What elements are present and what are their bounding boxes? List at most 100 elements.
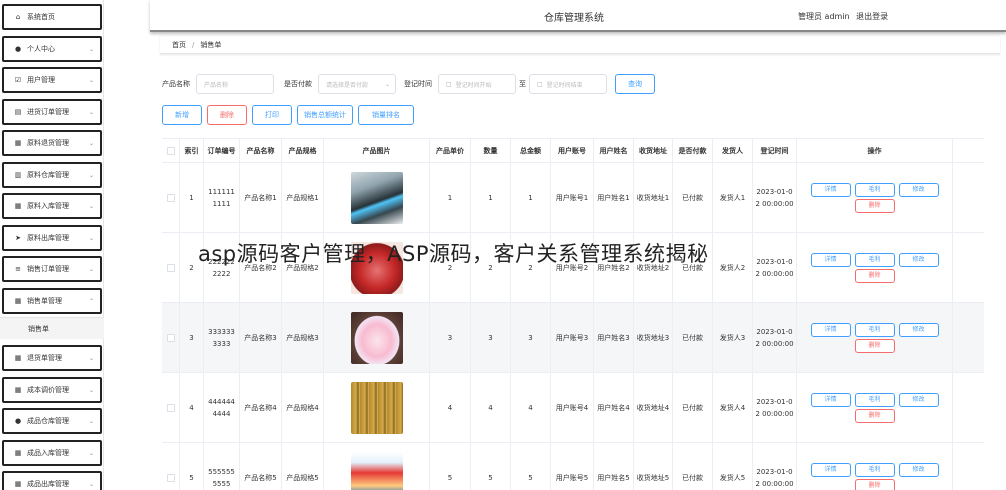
row-delete-button[interactable]: 删除: [854, 478, 895, 490]
product-name-placeholder: 产品名称: [204, 81, 229, 89]
row-checkbox[interactable]: [166, 193, 175, 202]
product-spec-cell: 产品规格1: [282, 163, 324, 232]
sidebar-item[interactable]: ▦ 成品入库管理 ⌄: [2, 439, 102, 466]
row-checkbox[interactable]: [166, 333, 175, 342]
row-checkbox[interactable]: [166, 473, 175, 482]
detail-button[interactable]: 详情: [810, 252, 851, 267]
sidebar-item[interactable]: ● 成品仓库管理 ⌄: [2, 408, 102, 434]
profit-button[interactable]: 毛利: [854, 182, 895, 197]
profit-button[interactable]: 毛利: [854, 392, 895, 407]
operations-line: 删除: [853, 408, 897, 424]
user-area: 管理员 admin 退出登录: [798, 11, 892, 22]
product-name-input[interactable]: 产品名称: [196, 74, 274, 94]
operations-cell: 详情 毛利 修改 删除: [797, 163, 953, 232]
grid-icon: ▦: [14, 385, 22, 394]
sidebar-item[interactable]: ▦ 成品出库管理 ⌄: [2, 471, 102, 490]
operations-line: 删除: [853, 478, 897, 490]
row-delete-button[interactable]: 删除: [854, 408, 895, 423]
sidebar-item[interactable]: ● 个人中心 ⌄: [2, 35, 102, 62]
print-button[interactable]: 打印: [252, 105, 292, 125]
search-button[interactable]: 查询: [615, 74, 655, 94]
register-time-cell: 2023-01-02 00:00:00: [753, 443, 797, 490]
sidebar-item[interactable]: ▦ 销售单管理 ⌃: [2, 287, 102, 314]
sidebar-subitem-sales-order[interactable]: 销售单: [0, 317, 104, 339]
user-name-cell: 用户姓名3: [594, 303, 634, 372]
add-button[interactable]: 新增: [162, 105, 202, 125]
total-cell: 5: [511, 443, 551, 490]
table-row: 3 3333333333 产品名称3 产品规格3 3 3 3 用户账号3 用户姓名3 收货地址3 已…: [162, 303, 984, 373]
sidebar-item[interactable]: ≡ 销售订单管理 ⌄: [2, 256, 102, 282]
computer-desk-photo: [350, 171, 403, 224]
edit-button[interactable]: 修改: [898, 322, 939, 337]
app-title: 仓库管理系统: [544, 13, 604, 24]
sidebar-item[interactable]: ➤ 原料出库管理 ⌄: [2, 224, 102, 251]
paid-select[interactable]: 请选择是否付款 ⌄: [318, 74, 396, 94]
delete-button[interactable]: 删除: [207, 105, 247, 125]
register-time-cell: 2023-01-02 00:00:00: [753, 163, 797, 232]
column-header: 登记时间: [753, 139, 797, 162]
paid-status-cell: 已付款: [673, 443, 713, 490]
edit-button[interactable]: 修改: [898, 182, 939, 197]
edit-button[interactable]: 修改: [898, 462, 939, 477]
row-checkbox[interactable]: [166, 263, 175, 272]
date-end-input[interactable]: □ 登记时间结束: [529, 74, 607, 94]
row-delete-button[interactable]: 删除: [854, 198, 895, 213]
sidebar-item[interactable]: ☑ 用户管理 ⌄: [2, 67, 102, 93]
select-all-checkbox[interactable]: [166, 146, 175, 155]
detail-button[interactable]: 详情: [810, 322, 851, 337]
account-cell: 用户账号3: [551, 303, 594, 372]
operations-cell: 详情 毛利 修改 删除: [797, 233, 953, 302]
chevron-down-icon: ⌄: [88, 203, 94, 210]
price-cell: 5: [430, 443, 471, 490]
operations-cell: 详情 毛利 修改 删除: [797, 373, 953, 442]
profit-button[interactable]: 毛利: [854, 462, 895, 477]
product-spec-cell: 产品规格4: [282, 373, 324, 442]
sidebar-item[interactable]: ▦ 原料退货管理 ⌄: [2, 130, 102, 156]
date-label: 登记时间: [404, 80, 432, 88]
profit-button[interactable]: 毛利: [854, 322, 895, 337]
sidebar-item[interactable]: ▤ 进货订单管理 ⌄: [2, 98, 102, 125]
sidebar-item[interactable]: ▦ 原料入库管理 ⌄: [2, 193, 102, 219]
logout-link[interactable]: 退出登录: [856, 12, 888, 21]
edit-button[interactable]: 修改: [898, 392, 939, 407]
profit-button[interactable]: 毛利: [854, 252, 895, 267]
total-cell: 1: [511, 163, 551, 232]
column-header: 数量: [471, 139, 511, 162]
sales-rank-button[interactable]: 销量排名: [358, 105, 414, 125]
date-start-input[interactable]: □ 登记时间开始: [438, 74, 516, 94]
quantity-cell: 3: [471, 303, 511, 372]
bar-chart-icon: ▥: [14, 170, 22, 179]
address-cell: 收货地址1: [634, 163, 673, 232]
user-icon: ●: [14, 44, 22, 53]
detail-button[interactable]: 详情: [810, 462, 851, 477]
operations-line: 删除: [853, 198, 897, 214]
sidebar-item[interactable]: ⌂ 系统首页: [2, 4, 102, 30]
sidebar-item[interactable]: ▥ 原料仓库管理 ⌄: [2, 161, 102, 188]
row-delete-button[interactable]: 删除: [854, 338, 895, 353]
edit-button[interactable]: 修改: [898, 252, 939, 267]
list-icon: ≡: [15, 265, 21, 273]
quantity-cell: 4: [471, 373, 511, 442]
shipper-cell: 发货人2: [713, 233, 753, 302]
register-time-cell: 2023-01-02 00:00:00: [753, 373, 797, 442]
quantity-cell: 1: [471, 163, 511, 232]
grid-icon: ▦: [14, 448, 22, 457]
column-header: 操作: [797, 139, 953, 162]
home-icon: ⌂: [15, 13, 21, 21]
chevron-down-icon: ⌄: [88, 386, 94, 394]
breadcrumb-home[interactable]: 首页: [172, 40, 186, 50]
sidebar-item[interactable]: ▦ 成本调价管理 ⌄: [2, 376, 102, 403]
date-start-placeholder: 登记时间开始: [455, 81, 492, 89]
row-delete-button[interactable]: 删除: [854, 268, 895, 283]
order-no-cell: 3333333333: [204, 303, 240, 372]
detail-button[interactable]: 详情: [810, 182, 851, 197]
sidebar-item-label: 原料入库管理: [27, 202, 69, 210]
address-cell: 收货地址3: [634, 303, 673, 372]
sidebar-item-label: 成本调价管理: [27, 385, 69, 394]
order-no-cell: 4444444444: [204, 373, 240, 442]
row-checkbox[interactable]: [166, 403, 175, 412]
sales-stats-button[interactable]: 销售总额统计: [297, 105, 353, 125]
page: ⌂ 系统首页 ● 个人中心 ⌄ ☑ 用户管理 ⌄ ▤ 进货订单管理 ⌄ ▦ 原料退货管理 ⌄ ▥ 原料仓库管理…: [0, 0, 1006, 490]
sidebar-item[interactable]: ▦ 退货单管理 ⌄: [2, 345, 102, 371]
detail-button[interactable]: 详情: [810, 392, 851, 407]
